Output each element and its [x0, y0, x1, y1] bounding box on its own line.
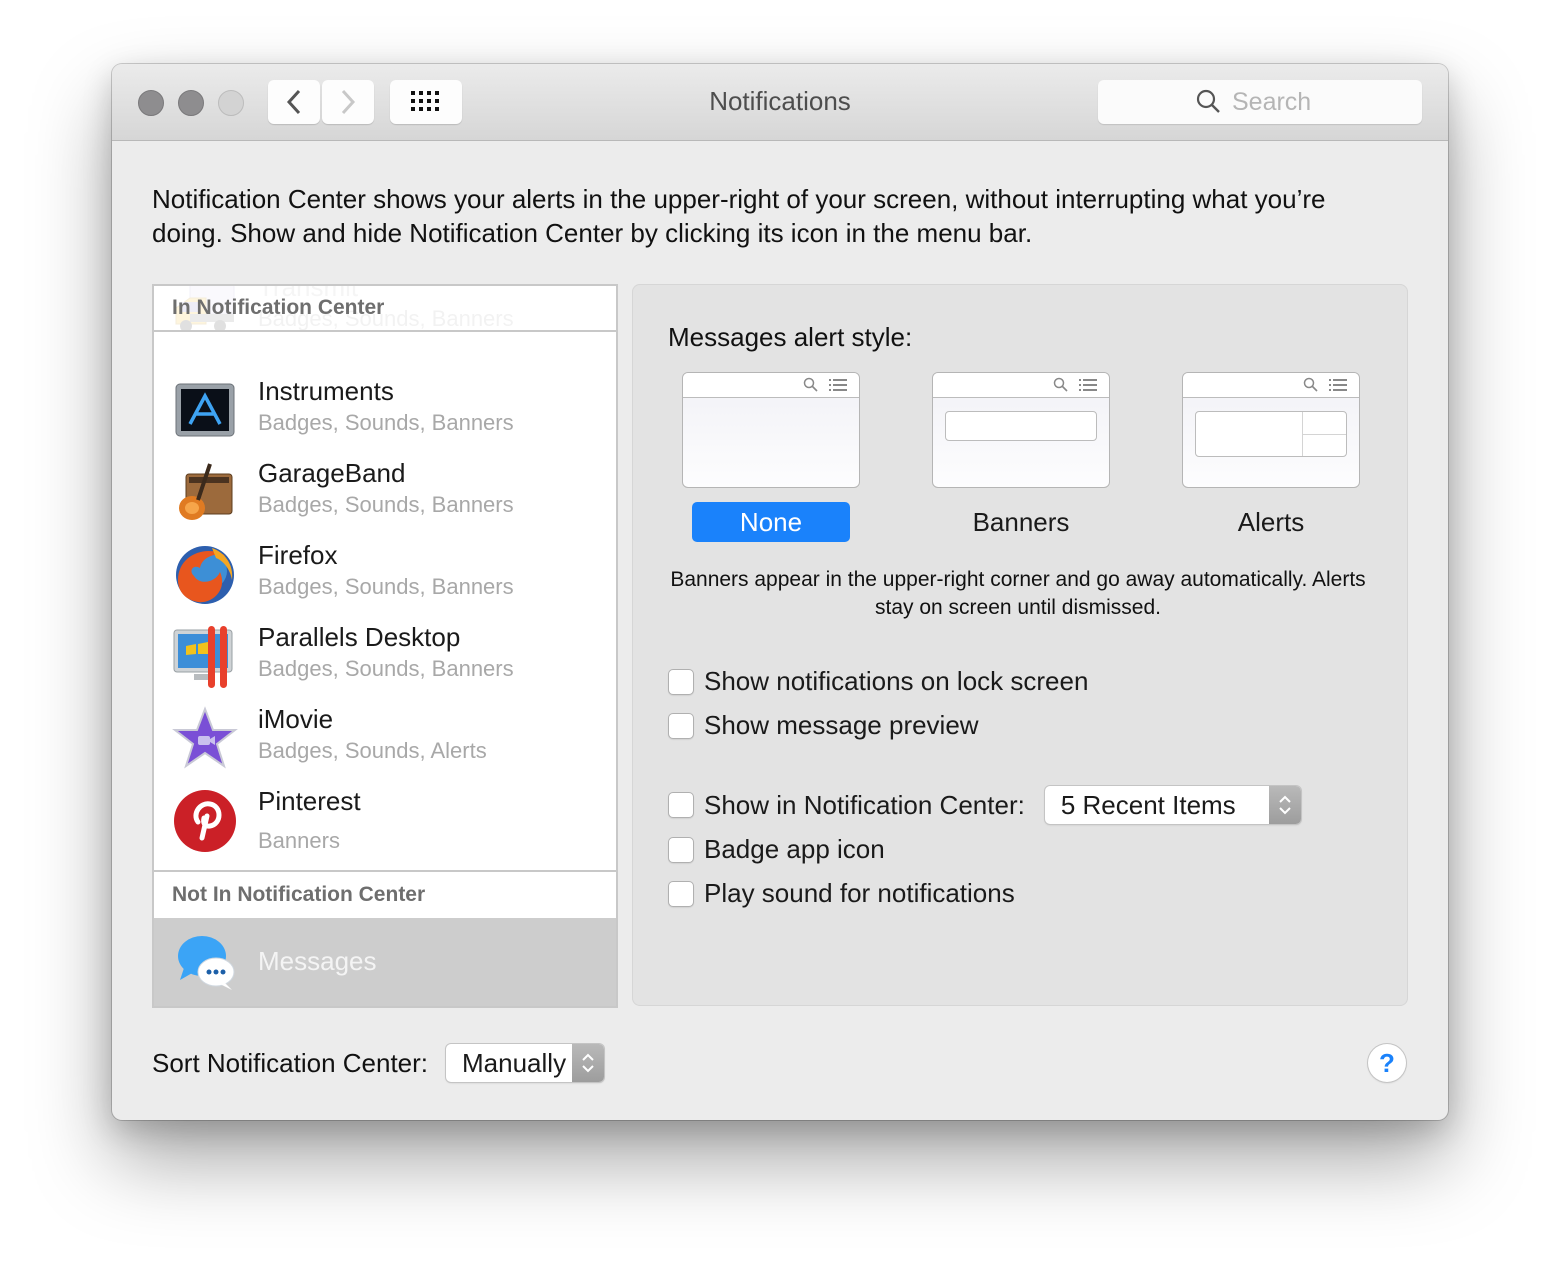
badge-app-icon-checkbox[interactable]: [668, 836, 694, 863]
parallels-icon: [173, 626, 233, 688]
app-list-item-instruments[interactable]: Instruments Badges, Sounds, Banners: [154, 368, 616, 450]
messages-bubble-icon: [178, 936, 235, 990]
pinterest-icon: [174, 790, 236, 852]
app-detail: Badges, Sounds, Banners: [258, 574, 514, 599]
list-icon: [1329, 379, 1347, 391]
alert-style-none[interactable]: None: [682, 372, 860, 542]
sort-value: Manually: [462, 1047, 567, 1078]
show-in-nc-option[interactable]: Show in Notification Center: 5 Recent It…: [668, 786, 1301, 824]
list-icon: [1079, 379, 1097, 391]
list-icon: [829, 379, 847, 391]
app-detail: Badges, Sounds, Banners: [258, 492, 514, 517]
lock-screen-option[interactable]: Show notifications on lock screen: [668, 666, 1088, 697]
notifications-window: Notifications Notification Center shows …: [112, 64, 1448, 1120]
search-field[interactable]: [1098, 80, 1422, 124]
search-icon: [1053, 377, 1068, 392]
app-list-item-firefox[interactable]: Firefox Badges, Sounds, Banners: [154, 532, 616, 614]
help-button[interactable]: ?: [1368, 1044, 1406, 1082]
up-down-arrows-icon: [572, 1044, 605, 1082]
sort-popup[interactable]: Manually: [446, 1044, 605, 1082]
app-list-item-pinterest[interactable]: Pinterest Banners: [154, 778, 616, 860]
app-detail: Badges, Sounds, Banners: [258, 656, 514, 681]
search-icon: [803, 377, 818, 392]
recent-items-value: 5 Recent Items: [1060, 789, 1236, 820]
show-in-nc-checkbox[interactable]: [668, 792, 694, 818]
imovie-star-icon: [172, 706, 238, 769]
app-list-item-garageband[interactable]: GarageBand Badges, Sounds, Banners: [154, 450, 616, 532]
banners-preview[interactable]: [932, 372, 1110, 488]
alerts-label[interactable]: Alerts: [1192, 502, 1350, 542]
banner-shape: [945, 411, 1097, 441]
garageband-guitar-icon: [179, 463, 233, 520]
in-notification-center-header: In Notification Center: [154, 286, 616, 332]
alert-style-banners[interactable]: Banners: [932, 372, 1110, 542]
not-in-notification-center-header: Not In Notification Center: [154, 870, 616, 918]
app-detail: Badges, Sounds, Alerts: [258, 738, 487, 763]
app-name: iMovie: [258, 704, 334, 734]
sort-row: Sort Notification Center: Manually: [152, 1044, 605, 1082]
app-name: GarageBand: [258, 458, 406, 488]
none-preview[interactable]: [682, 372, 860, 488]
app-detail: Badges, Sounds, Banners: [258, 410, 514, 435]
app-name: Firefox: [258, 540, 338, 570]
alerts-preview[interactable]: [1182, 372, 1360, 488]
play-sound-checkbox[interactable]: [668, 880, 694, 907]
search-icon: [1196, 89, 1220, 113]
intro-description: Notification Center shows your alerts in…: [152, 184, 1326, 248]
app-name: Instruments: [258, 376, 394, 406]
app-detail: Banners: [258, 828, 340, 853]
app-list[interactable]: In Notification Center Transmit Badges, …: [152, 284, 618, 1008]
alert-style-alerts[interactable]: Alerts: [1182, 372, 1360, 542]
instruments-icon: [175, 383, 235, 437]
app-list-item-imovie[interactable]: iMovie Badges, Sounds, Alerts: [154, 696, 616, 778]
app-list-item-messages[interactable]: Messages: [154, 918, 616, 1006]
app-name: Parallels Desktop: [258, 622, 461, 652]
none-label[interactable]: None: [692, 502, 850, 542]
recent-items-popup[interactable]: 5 Recent Items: [1044, 786, 1301, 824]
lock-screen-label: Show notifications on lock screen: [704, 666, 1089, 696]
alert-shape: [1195, 411, 1347, 457]
app-name: Messages: [258, 946, 377, 976]
search-input[interactable]: [1230, 86, 1324, 118]
firefox-icon: [176, 546, 234, 604]
banners-label[interactable]: Banners: [942, 502, 1100, 542]
message-preview-checkbox[interactable]: [668, 712, 694, 739]
show-in-nc-label: Show in Notification Center:: [704, 789, 1025, 820]
app-settings-panel: Messages alert style: None Banners Alert…: [632, 284, 1408, 1006]
lock-screen-checkbox[interactable]: [668, 668, 694, 695]
alert-style-description: Banners appear in the upper-right corner…: [670, 568, 1366, 619]
message-preview-label: Show message preview: [704, 710, 979, 740]
search-icon: [1303, 377, 1318, 392]
app-list-item-parallels[interactable]: Parallels Desktop Badges, Sounds, Banner…: [154, 614, 616, 696]
play-sound-label: Play sound for notifications: [704, 878, 1015, 908]
play-sound-option[interactable]: Play sound for notifications: [668, 878, 1015, 909]
badge-app-icon-option[interactable]: Badge app icon: [668, 834, 885, 865]
up-down-arrows-icon: [1268, 786, 1301, 824]
alert-style-label: Messages alert style:: [668, 322, 913, 352]
sort-label: Sort Notification Center:: [152, 1047, 429, 1078]
badge-app-icon-label: Badge app icon: [704, 834, 885, 864]
message-preview-option[interactable]: Show message preview: [668, 710, 979, 741]
title-bar: Notifications: [112, 64, 1448, 141]
app-name: Pinterest: [258, 786, 361, 816]
